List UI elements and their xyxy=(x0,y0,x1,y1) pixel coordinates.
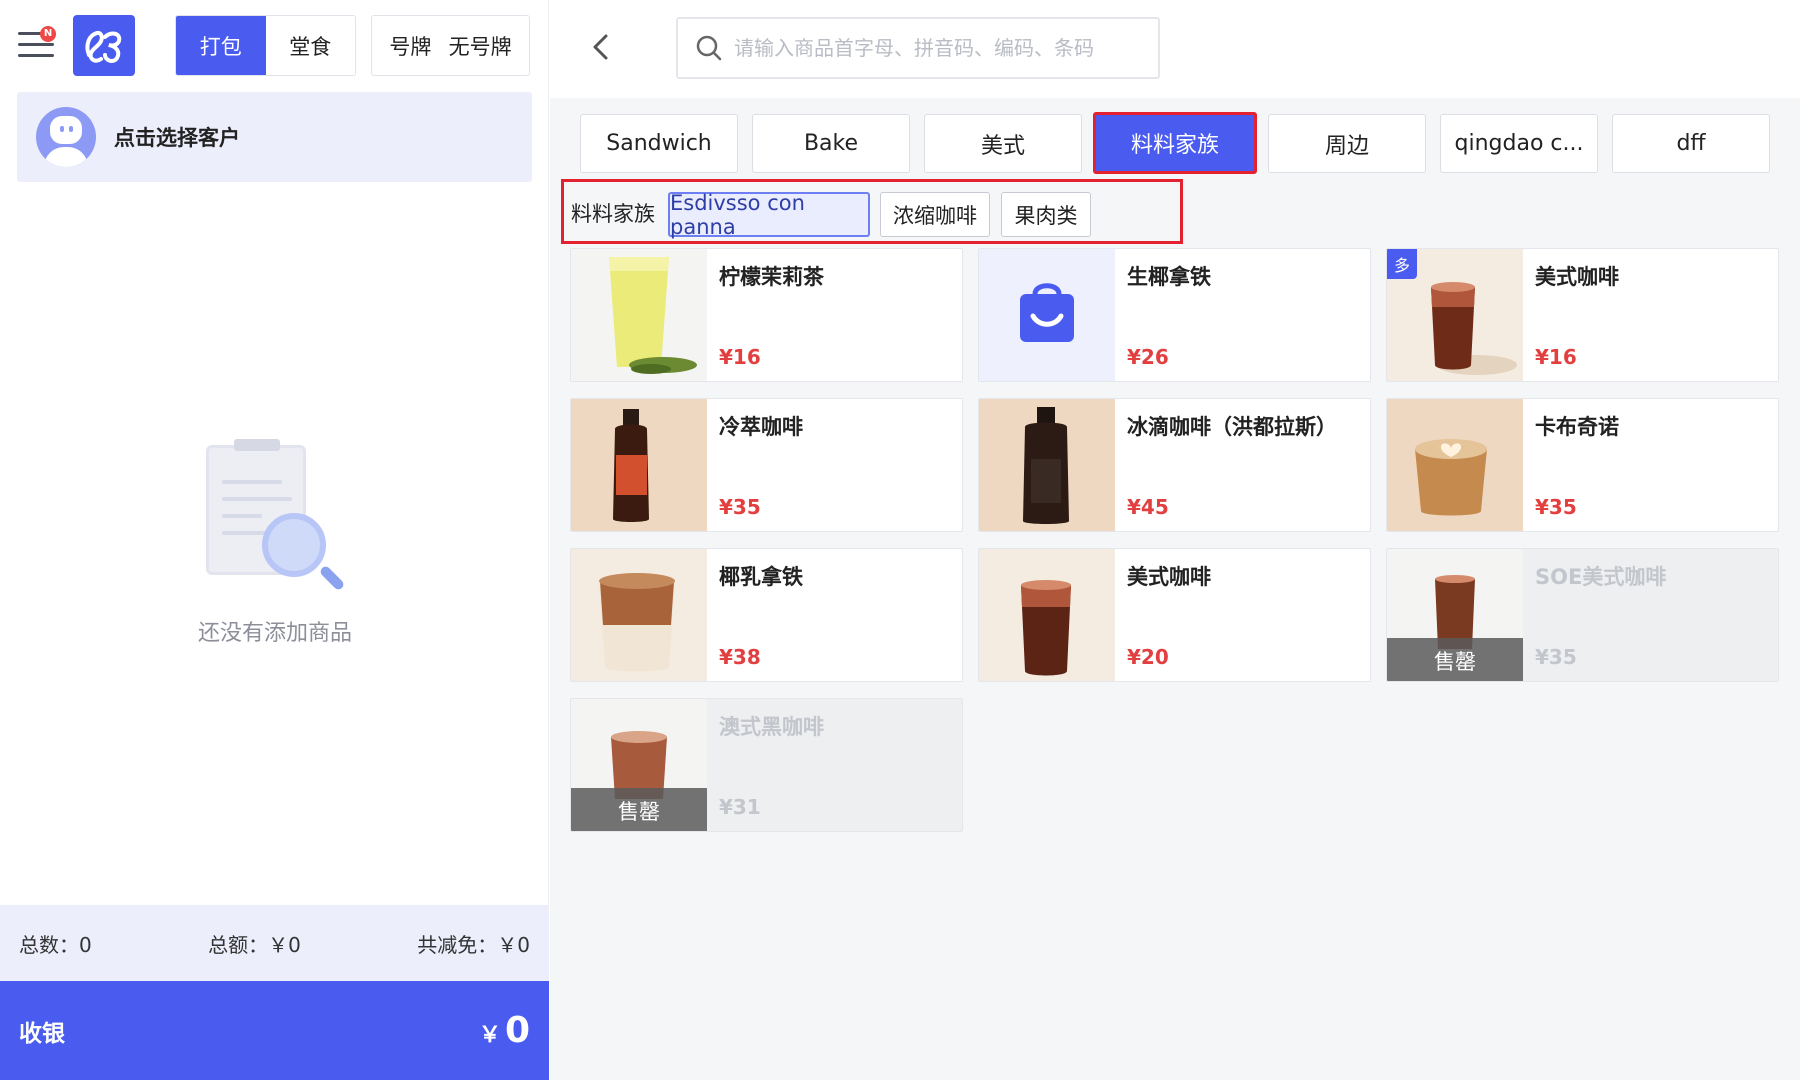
product-panel: Sandwich Bake 美式 料料家族 周边 qingdao c... df… xyxy=(550,0,1800,1080)
product-name: 椰乳拿铁 xyxy=(719,565,803,589)
product-name: 澳式黑咖啡 xyxy=(719,715,824,739)
product-header xyxy=(550,0,1800,98)
sold-out-overlay: 售罄 xyxy=(571,788,707,831)
category-tab-merch[interactable]: 周边 xyxy=(1268,114,1426,173)
order-topbar: N 打包 堂食 号牌 无号牌 xyxy=(0,0,549,90)
subcategory-chip-esdivsso[interactable]: Esdivsso con panna xyxy=(668,191,870,239)
empty-cart-text: 还没有添加商品 xyxy=(197,621,352,646)
number-plate-group: 号牌 无号牌 xyxy=(371,15,530,76)
product-price: ¥16 xyxy=(1535,345,1577,369)
product-card[interactable]: 售罄 澳式黑咖啡 ¥31 xyxy=(570,698,963,832)
category-tab-bake[interactable]: Bake xyxy=(752,114,910,173)
total-amount: 总额：￥0 xyxy=(208,932,301,957)
product-price: ¥16 xyxy=(719,345,761,369)
lemon-tea-image xyxy=(571,249,707,381)
product-price: ¥20 xyxy=(1127,645,1169,669)
drip-bottle-image xyxy=(979,399,1115,531)
order-totals-bar: 总数：0 总额：￥0 共减免：￥0 xyxy=(0,905,549,981)
product-price: ¥31 xyxy=(719,795,761,819)
product-card[interactable]: 生椰拿铁 ¥26 xyxy=(978,248,1371,382)
product-name: SOE美式咖啡 xyxy=(1535,565,1667,589)
subcategory-chip-espresso[interactable]: 浓缩咖啡 xyxy=(880,192,990,237)
mode-dine-in-button[interactable]: 堂食 xyxy=(265,16,355,75)
chevron-left-icon xyxy=(593,34,608,60)
product-search xyxy=(676,17,1160,79)
product-price: ¥35 xyxy=(1535,645,1577,669)
product-price: ¥35 xyxy=(719,495,761,519)
product-card[interactable]: 美式咖啡 ¥20 xyxy=(978,548,1371,682)
category-tabs: Sandwich Bake 美式 料料家族 周边 qingdao c... df… xyxy=(580,112,1780,174)
total-discount: 共减免：￥0 xyxy=(417,932,530,957)
customer-avatar-icon xyxy=(36,107,96,167)
product-grid: 柠檬茉莉茶 ¥16 生椰拿铁 ¥26 多 美式咖啡 ¥16 冷萃咖啡 ¥35 冰… xyxy=(570,248,1780,848)
search-input[interactable] xyxy=(734,36,1134,60)
iced-coffee-image: 售罄 xyxy=(1387,549,1523,681)
product-card[interactable]: 冷萃咖啡 ¥35 xyxy=(570,398,963,532)
subcategory-title: 料料家族 xyxy=(571,202,655,226)
iced-latte-image: 售罄 xyxy=(571,699,707,831)
select-customer-button[interactable]: 点击选择客户 xyxy=(17,92,532,182)
product-name: 卡布奇诺 xyxy=(1535,415,1619,439)
cold-brew-bottle-image xyxy=(571,399,707,531)
subcategory-chip-fruit[interactable]: 果肉类 xyxy=(1001,192,1091,237)
iced-coffee-image xyxy=(979,549,1115,681)
empty-cart-state: 还没有添加商品 xyxy=(150,435,400,655)
back-button[interactable] xyxy=(586,30,616,64)
checkout-label: 收银 xyxy=(19,1020,65,1047)
sold-out-overlay: 售罄 xyxy=(1387,638,1523,681)
number-plate-button[interactable]: 号牌 xyxy=(389,31,431,61)
product-card[interactable]: 卡布奇诺 ¥35 xyxy=(1386,398,1779,532)
menu-button[interactable]: N xyxy=(16,26,56,60)
shopping-bag-icon xyxy=(979,249,1115,381)
no-number-plate-button[interactable]: 无号牌 xyxy=(449,31,512,61)
search-icon xyxy=(696,35,722,61)
multi-spec-badge: 多 xyxy=(1387,249,1417,279)
notification-badge: N xyxy=(40,26,56,42)
magnifier-icon xyxy=(262,513,326,577)
product-name: 生椰拿铁 xyxy=(1127,265,1211,289)
category-tab-americano[interactable]: 美式 xyxy=(924,114,1082,173)
product-name: 美式咖啡 xyxy=(1127,565,1211,589)
product-price: ¥45 xyxy=(1127,495,1169,519)
product-name: 冰滴咖啡（洪都拉斯） xyxy=(1127,415,1337,439)
mode-takeaway-button[interactable]: 打包 xyxy=(176,16,266,75)
product-name: 美式咖啡 xyxy=(1535,265,1619,289)
category-tab-dff[interactable]: dff xyxy=(1612,114,1770,173)
order-mode-toggle: 打包 堂食 xyxy=(175,15,356,76)
butterfly-logo-icon xyxy=(85,30,122,63)
category-tab-sandwich[interactable]: Sandwich xyxy=(580,114,738,173)
iced-coffee-image: 多 xyxy=(1387,249,1523,381)
select-customer-label: 点击选择客户 xyxy=(114,126,240,150)
subcategory-bar: 料料家族 Esdivsso con panna 浓缩咖啡 果肉类 xyxy=(561,179,1183,244)
total-count: 总数：0 xyxy=(19,932,92,957)
app-logo xyxy=(73,15,135,76)
product-card[interactable]: 多 美式咖啡 ¥16 xyxy=(1386,248,1779,382)
category-tab-liaoliao-family[interactable]: 料料家族 xyxy=(1093,112,1257,174)
product-price: ¥35 xyxy=(1535,495,1577,519)
product-card[interactable]: 柠檬茉莉茶 ¥16 xyxy=(570,248,963,382)
order-panel: N 打包 堂食 号牌 无号牌 点击选择客户 还没有添加商品 总数：0 总额：￥0… xyxy=(0,0,549,1080)
cappuccino-image xyxy=(1387,399,1523,531)
product-price: ¥38 xyxy=(719,645,761,669)
product-card[interactable]: 椰乳拿铁 ¥38 xyxy=(570,548,963,682)
category-tab-qingdao[interactable]: qingdao c... xyxy=(1440,114,1598,173)
coconut-latte-image xyxy=(571,549,707,681)
product-name: 冷萃咖啡 xyxy=(719,415,803,439)
checkout-button[interactable]: 收银 ￥ 0 xyxy=(0,981,549,1080)
product-card[interactable]: 冰滴咖啡（洪都拉斯） ¥45 xyxy=(978,398,1371,532)
checkout-amount: ￥ 0 xyxy=(478,1010,530,1051)
product-name: 柠檬茉莉茶 xyxy=(719,265,824,289)
product-price: ¥26 xyxy=(1127,345,1169,369)
product-card[interactable]: 售罄 SOE美式咖啡 ¥35 xyxy=(1386,548,1779,682)
